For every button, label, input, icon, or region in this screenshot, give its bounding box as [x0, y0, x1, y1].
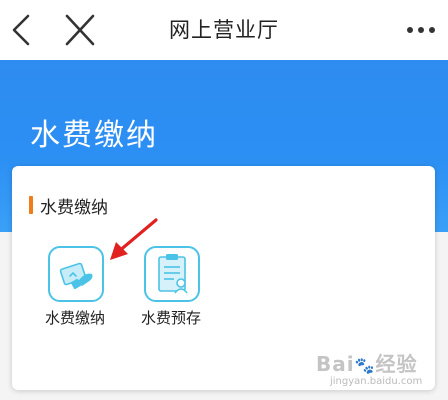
more-dots-icon [407, 27, 435, 33]
tile-label: 水费预存 [140, 309, 201, 327]
red-pointer-arrow [110, 218, 158, 260]
tile-label: 水费缴纳 [44, 309, 105, 327]
page-title: 网上营业厅 [169, 18, 279, 42]
baidu-watermark: Bai🐾经验 jingyan.baidu.com [316, 348, 440, 392]
paw-icon: 🐾 [354, 356, 376, 375]
top-navigation-bar: 网上营业厅 [0, 0, 448, 60]
section-title: 水费缴纳 [40, 198, 108, 218]
water-payment-glyph [59, 262, 93, 290]
watermark-logo: Bai🐾经验 [316, 352, 418, 376]
water-payment-icon [48, 246, 104, 302]
section-accent-bar [29, 196, 33, 214]
banner-title: 水费缴纳 [30, 118, 158, 153]
watermark-url: jingyan.baidu.com [330, 376, 423, 387]
more-button[interactable] [402, 18, 442, 42]
